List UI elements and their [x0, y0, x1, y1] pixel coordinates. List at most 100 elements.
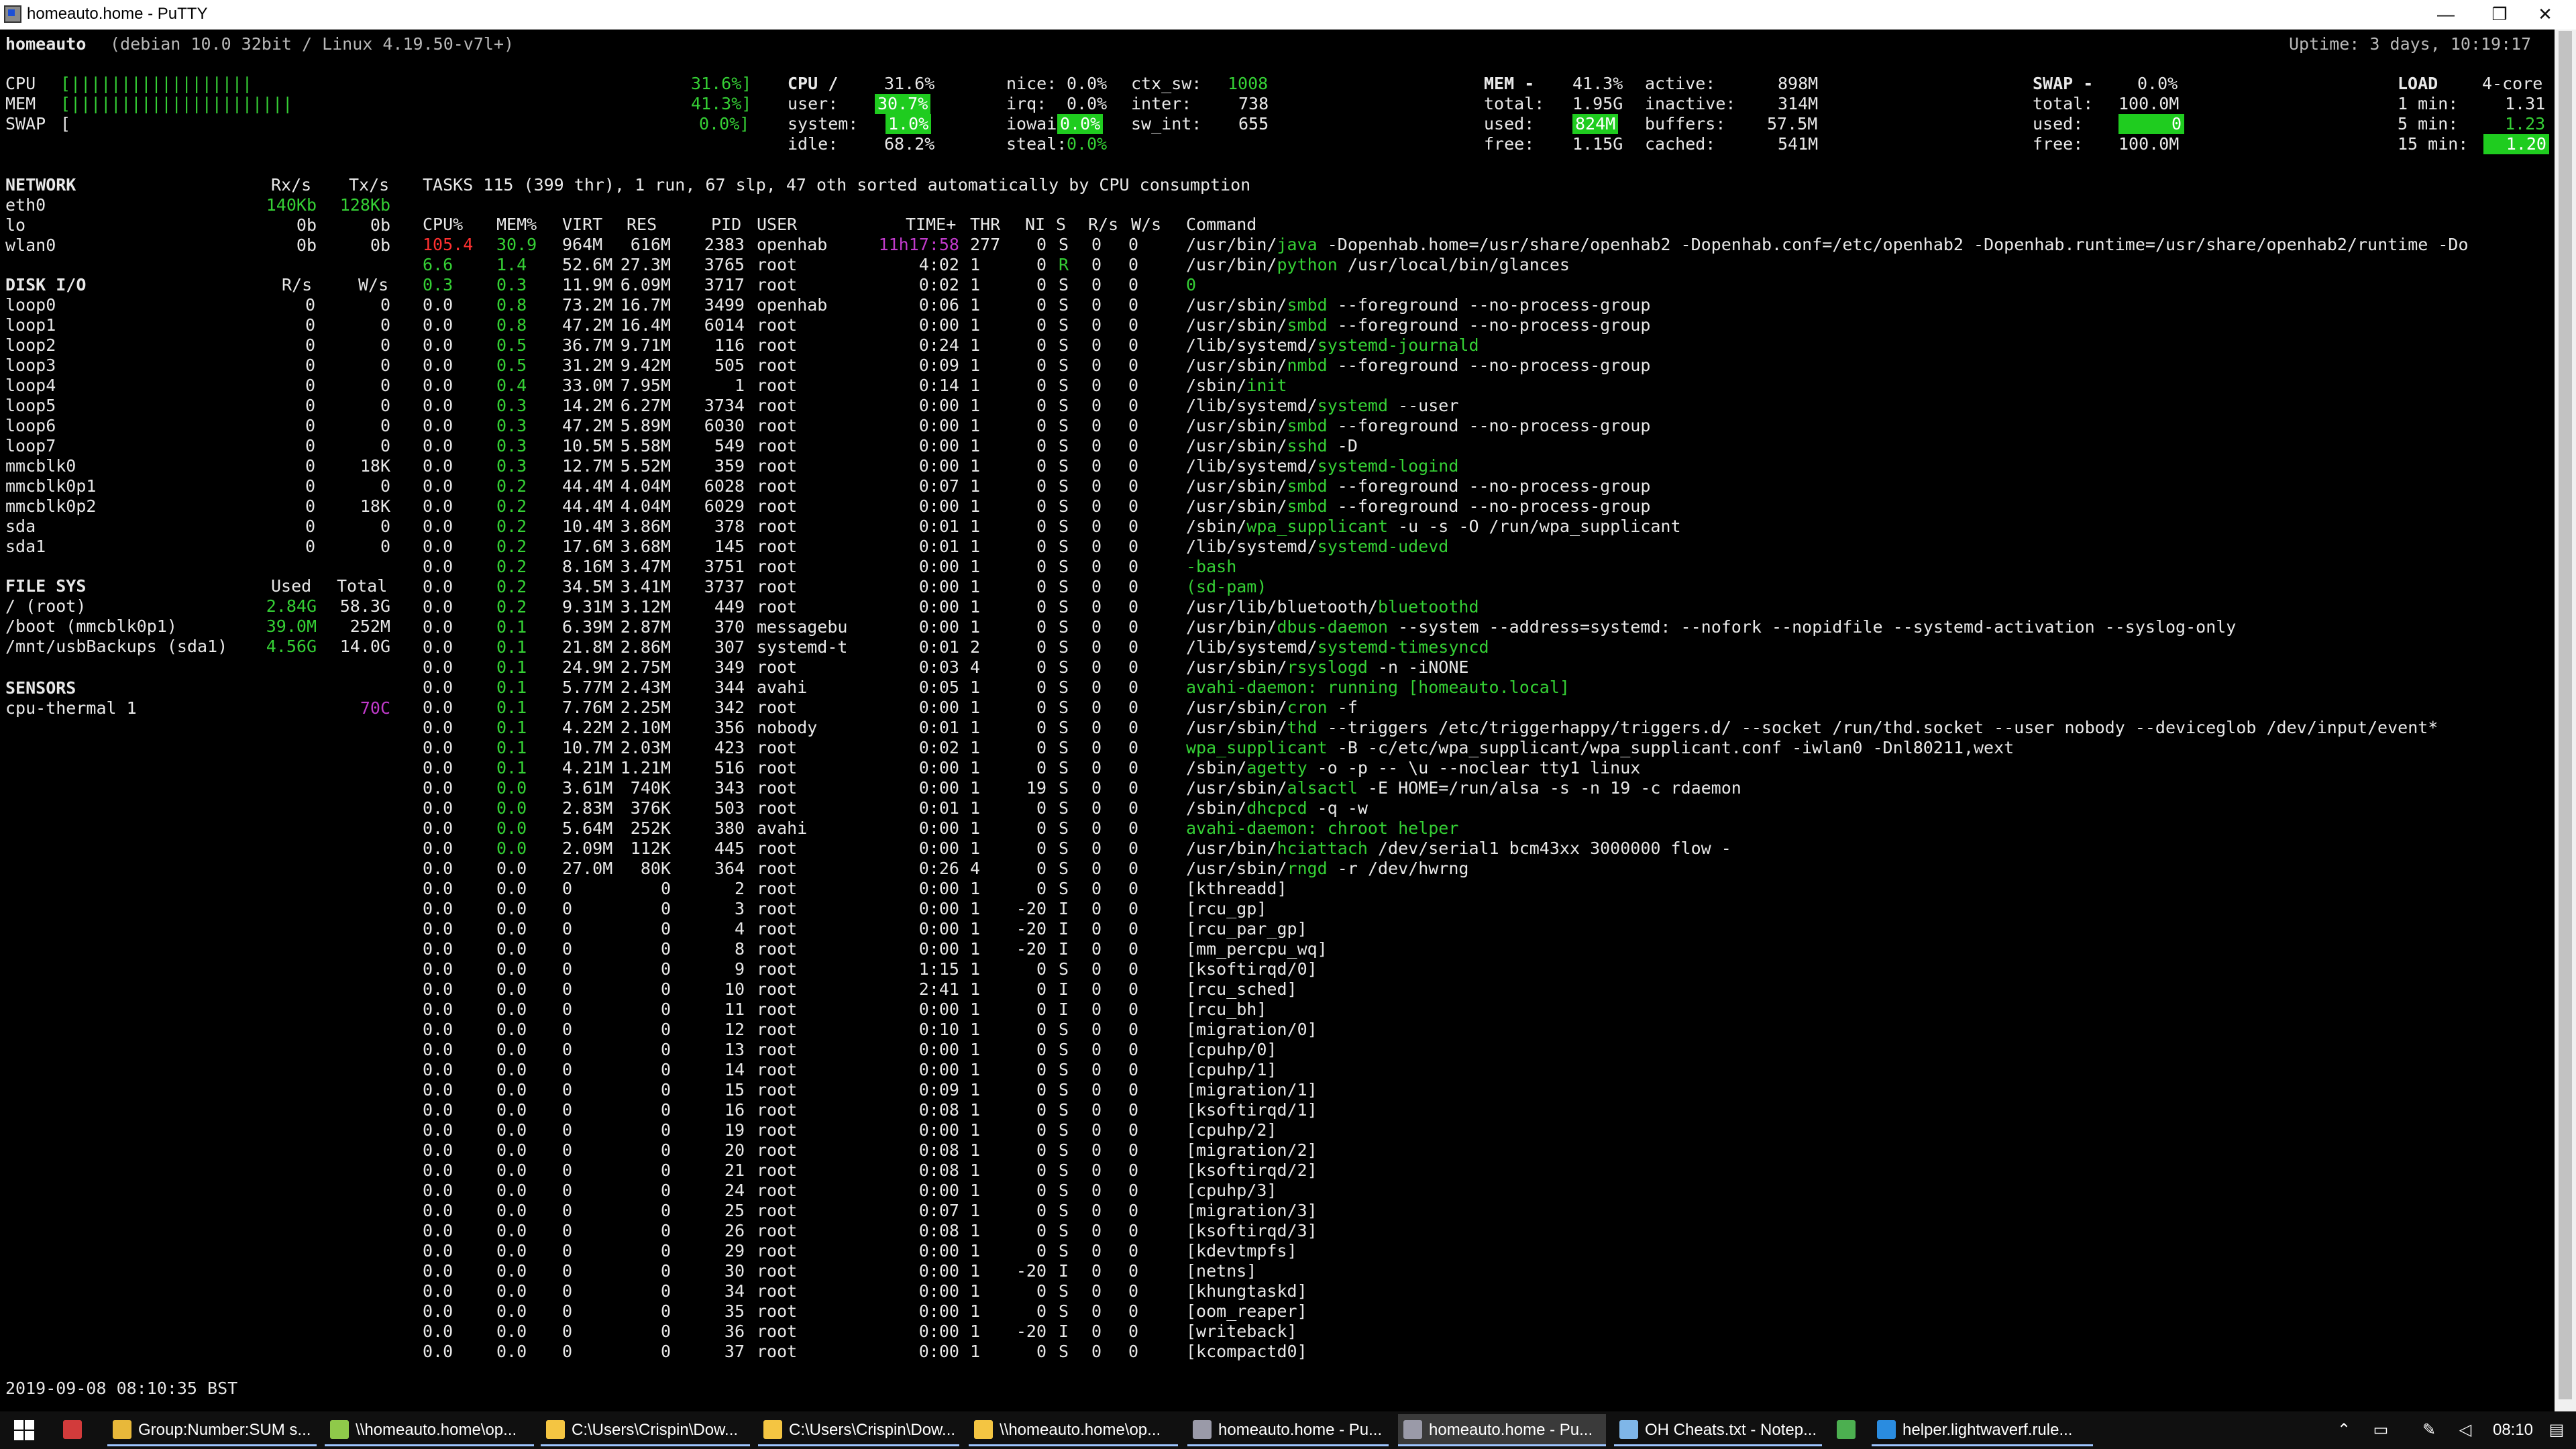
- taskbar-app-button[interactable]: homeauto.home - Pu...: [1398, 1414, 1606, 1446]
- process-ni: 0: [1036, 456, 1046, 476]
- taskbar-app-button[interactable]: Group:Number:SUM s...: [107, 1414, 317, 1446]
- process-status: I: [1059, 1000, 1069, 1019]
- process-virt: 0: [562, 1342, 573, 1361]
- disk-write-value: 0: [380, 315, 390, 335]
- taskbar-app-button[interactable]: OH Cheats.txt - Notep...: [1614, 1414, 1822, 1446]
- process-cpu: 0.0: [423, 1120, 453, 1140]
- process-status: S: [1059, 235, 1069, 254]
- mail-button[interactable]: [58, 1414, 93, 1446]
- scrollbar-thumb[interactable]: [2559, 31, 2572, 1399]
- process-pid: 344: [714, 678, 745, 697]
- taskbar-app-button[interactable]: C:\Users\Crispin\Dow...: [541, 1414, 750, 1446]
- command-args: -B -c/etc/wpa_supplicant/wpa_supplicant.…: [1327, 738, 2015, 757]
- process-user: root: [757, 577, 798, 596]
- process-thr: 1: [970, 315, 981, 335]
- col-time-header[interactable]: TIME+: [906, 215, 956, 235]
- process-virt: 47.2M: [562, 315, 613, 335]
- process-time: 0:00: [918, 879, 959, 898]
- process-write: 0: [1128, 1161, 1139, 1180]
- process-status: S: [1059, 879, 1069, 898]
- command-path: [ksoftirqd/1]: [1186, 1100, 1318, 1120]
- taskbar-app-button[interactable]: \\homeauto.home\op...: [969, 1414, 1178, 1446]
- process-read: 0: [1091, 839, 1102, 858]
- process-mem: 0.0: [496, 939, 527, 959]
- taskbar-app-button[interactable]: [1831, 1414, 1865, 1446]
- battery-icon[interactable]: ▭: [2365, 1414, 2396, 1446]
- col-res-header[interactable]: RES: [627, 215, 657, 235]
- command-name: smbd: [1287, 295, 1328, 315]
- process-write: 0: [1128, 959, 1139, 979]
- col-ws-header[interactable]: W/s: [1131, 215, 1161, 235]
- process-mem: 0.0: [496, 899, 527, 918]
- disk-name: sda: [5, 517, 36, 536]
- process-time: 0:08: [918, 1161, 959, 1180]
- volume-icon[interactable]: ◁: [2449, 1414, 2482, 1446]
- process-command: [cpuhp/2]: [1186, 1120, 1277, 1140]
- clock[interactable]: 08:10: [2490, 1414, 2536, 1446]
- notifications-icon[interactable]: ▤: [2540, 1414, 2573, 1446]
- process-virt: 0: [562, 979, 573, 999]
- process-write: 0: [1128, 577, 1139, 596]
- process-pid: 12: [724, 1020, 745, 1039]
- taskbar-app-button[interactable]: helper.lightwaverf.rule...: [1872, 1414, 2093, 1446]
- col-user-header[interactable]: USER: [757, 215, 797, 235]
- disk-write-value: 0: [380, 416, 390, 435]
- process-time: 0:00: [918, 496, 959, 516]
- process-virt: 0: [562, 1261, 573, 1281]
- process-user: root: [757, 1140, 798, 1160]
- process-pid: 378: [714, 517, 745, 536]
- process-read: 0: [1091, 416, 1102, 435]
- process-command: /usr/bin/java -Dopenhab.home=/usr/share/…: [1186, 235, 2469, 255]
- process-res: 5.52M: [620, 456, 671, 476]
- command-path: /lib/systemd/: [1186, 456, 1318, 476]
- process-write: 0: [1128, 678, 1139, 697]
- col-ni-header[interactable]: NI: [1025, 215, 1045, 235]
- col-command-header[interactable]: Command: [1186, 215, 1256, 235]
- process-time: 0:00: [918, 1281, 959, 1301]
- command-path: /usr/sbin/: [1186, 698, 1287, 717]
- process-read: 0: [1091, 738, 1102, 757]
- start-button[interactable]: [0, 1411, 48, 1449]
- taskbar-app-button[interactable]: homeauto.home - Pu...: [1187, 1414, 1389, 1446]
- process-cpu: 0.0: [423, 879, 453, 898]
- process-command: /lib/systemd/systemd-udevd: [1186, 537, 1448, 557]
- network-rx-header: Rx/s: [271, 175, 312, 195]
- col-virt-header[interactable]: VIRT: [562, 215, 602, 235]
- tray-chevron-icon[interactable]: ⌃: [2324, 1414, 2364, 1446]
- command-name: 0: [1186, 275, 1197, 294]
- col-rs-header[interactable]: R/s: [1088, 215, 1118, 235]
- close-button[interactable]: ✕: [2514, 0, 2576, 30]
- process-user: root: [757, 255, 798, 274]
- network-tray-icon[interactable]: ✎: [2412, 1414, 2446, 1446]
- col-thr-header[interactable]: THR: [970, 215, 1000, 235]
- col-mem-header[interactable]: MEM%: [496, 215, 537, 235]
- command-name: wpa_supplicant: [1246, 517, 1389, 536]
- col-pid-header[interactable]: PID: [711, 215, 741, 235]
- terminal-scrollbar[interactable]: [2555, 30, 2576, 1411]
- taskbar-app-button[interactable]: C:\Users\Crispin\Dow...: [758, 1414, 959, 1446]
- process-command: /usr/sbin/rsyslogd -n -iNONE: [1186, 657, 1468, 678]
- command-path: /usr/bin/: [1186, 255, 1277, 274]
- process-virt: 36.7M: [562, 335, 613, 355]
- minimize-button[interactable]: —: [2415, 0, 2477, 30]
- command-path: [cpuhp/1]: [1186, 1060, 1277, 1079]
- process-pid: 356: [714, 718, 745, 737]
- mem-used-label: used:: [1484, 114, 1535, 133]
- process-status: S: [1059, 698, 1069, 717]
- process-time: 2:41: [918, 979, 959, 999]
- process-pid: 380: [714, 818, 745, 838]
- process-res: 7.95M: [620, 376, 671, 395]
- process-status: S: [1059, 678, 1069, 697]
- col-s-header[interactable]: S: [1056, 215, 1066, 235]
- terminal[interactable]: homeauto (debian 10.0 32bit / Linux 4.19…: [0, 30, 2555, 1411]
- process-write: 0: [1128, 839, 1139, 858]
- col-cpu-header[interactable]: CPU%: [423, 215, 463, 235]
- process-pid: 21: [724, 1161, 745, 1180]
- process-read: 0: [1091, 1140, 1102, 1160]
- swap-free-label: free:: [2033, 134, 2084, 154]
- command-path: [migration/0]: [1186, 1020, 1318, 1039]
- taskbar-app-button[interactable]: \\homeauto.home\op...: [325, 1414, 534, 1446]
- process-virt: 47.2M: [562, 416, 613, 435]
- cpu-irq-value: 0.0%: [1067, 94, 1108, 113]
- cpu-iowait-value: 0.0%: [1057, 114, 1104, 134]
